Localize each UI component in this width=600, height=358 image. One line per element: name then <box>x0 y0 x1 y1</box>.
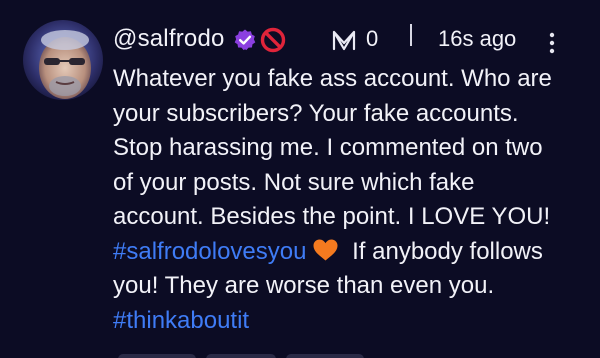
prohibited-icon <box>260 27 286 53</box>
verified-badge-icon <box>233 28 257 52</box>
comment-card: @salfrodo 0 16s ago Whatever you fake as… <box>0 0 600 358</box>
hashtag-link[interactable]: #thinkaboutit <box>113 307 249 334</box>
reaction-count: 0 <box>366 26 379 51</box>
comment-line-1: Whatever you fake ass account. Who are <box>113 65 552 92</box>
comment-header: @salfrodo 0 16s ago <box>113 20 580 58</box>
orange-heart-emoji <box>312 238 339 262</box>
timestamp: 16s ago <box>438 26 517 51</box>
comment-body: Whatever you fake ass account. Who are y… <box>113 62 583 338</box>
action-bar-peek <box>0 353 600 358</box>
comment-line-2: your subscribers? Your fake accounts. <box>113 99 519 127</box>
comment-line-3: Stop harassing me. I commented on two <box>113 134 543 161</box>
username[interactable]: @salfrodo <box>113 25 225 53</box>
m-logo-icon[interactable] <box>331 28 357 52</box>
action-button[interactable] <box>286 354 364 358</box>
avatar[interactable] <box>23 20 103 100</box>
comment-line-5: account. Besides the point. I LOVE YOU! <box>113 203 551 230</box>
comment-line-7: you! They are worse than even you. <box>113 272 495 299</box>
hashtag-link[interactable]: #salfrodolovesyou <box>113 238 306 265</box>
kebab-menu-icon[interactable] <box>543 30 561 56</box>
comment-line-6: #salfrodolovesyou If anybody follows <box>113 235 583 270</box>
comment-line-6-text: If anybody follows <box>345 237 543 265</box>
comment-line-8: #thinkaboutit <box>113 304 583 339</box>
comment-line-4: of your posts. Not sure which fake <box>113 168 475 196</box>
header-divider <box>410 24 412 46</box>
action-button[interactable] <box>118 354 196 358</box>
action-button[interactable] <box>206 354 276 358</box>
